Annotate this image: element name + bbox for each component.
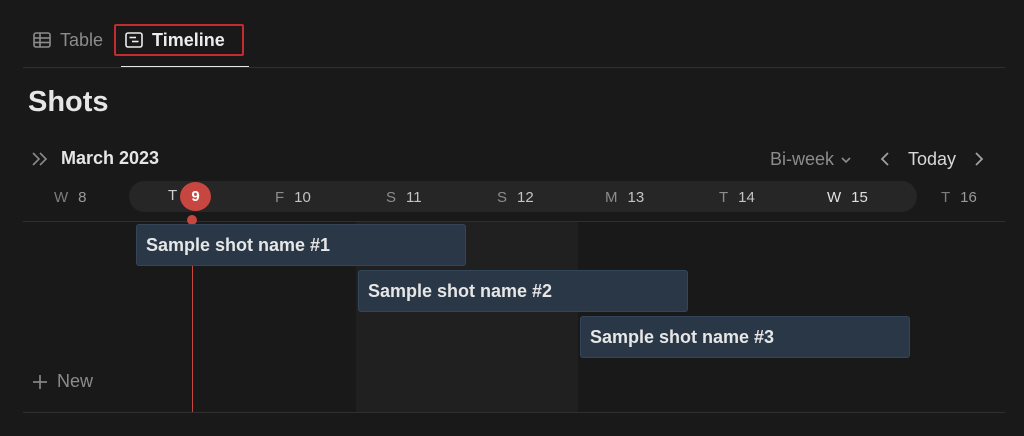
timeline-item[interactable]: Sample shot name #3 — [580, 316, 910, 358]
tabs-divider — [23, 67, 1005, 68]
view-tabs: Table Timeline — [23, 22, 245, 68]
chevron-right-icon[interactable] — [972, 151, 986, 167]
day-letter: T — [719, 188, 729, 206]
day-letter: F — [275, 188, 285, 206]
day-letter: T — [941, 188, 951, 206]
day-header: T 14 — [719, 186, 755, 208]
chevron-down-icon — [841, 156, 851, 163]
new-item-label: New — [57, 371, 94, 391]
day-letter: M — [605, 188, 618, 206]
chevron-left-icon[interactable] — [878, 151, 892, 167]
tab-timeline[interactable]: Timeline — [114, 22, 245, 58]
day-number: 14 — [738, 188, 755, 206]
double-chevron-right-icon[interactable] — [30, 150, 50, 168]
tab-table[interactable]: Table — [23, 22, 112, 58]
day-header: S 12 — [497, 186, 534, 208]
day-number: 8 — [78, 188, 87, 206]
today-badge: 9 — [180, 182, 211, 211]
table-icon — [33, 32, 51, 48]
day-number: 16 — [960, 188, 977, 206]
day-letter: S — [386, 188, 397, 206]
day-header: W 15 — [827, 186, 868, 208]
today-day-letter: T — [168, 187, 178, 204]
day-number: 10 — [294, 188, 311, 206]
day-header: S 11 — [386, 186, 422, 208]
range-select-label: Bi-week — [770, 149, 835, 169]
day-header: T 16 — [941, 186, 977, 208]
day-letter: W — [827, 188, 842, 206]
day-number: 12 — [517, 188, 534, 206]
day-header: M 13 — [605, 186, 644, 208]
day-letter: S — [497, 188, 508, 206]
day-header: W 8 — [54, 186, 87, 208]
bottom-divider — [23, 412, 1005, 413]
page-title: Shots — [28, 86, 109, 118]
timeline-icon — [125, 32, 143, 48]
tab-table-label: Table — [60, 29, 104, 50]
timeline-item[interactable]: Sample shot name #2 — [358, 270, 688, 312]
day-number: 13 — [627, 188, 645, 206]
tab-timeline-label: Timeline — [152, 29, 225, 50]
new-item-button[interactable]: New — [32, 371, 93, 392]
month-label: March 2023 — [61, 148, 160, 168]
range-select[interactable]: Bi-week — [770, 149, 852, 170]
day-number: 11 — [406, 188, 422, 206]
day-number: 15 — [851, 188, 868, 206]
day-header: F 10 — [275, 186, 311, 208]
today-button[interactable]: Today — [908, 149, 956, 170]
timeline-view: Table Timeline Shots March 2023 Bi-week … — [0, 0, 1024, 436]
plus-icon — [33, 374, 47, 389]
day-letter: W — [54, 188, 69, 206]
timeline-item[interactable]: Sample shot name #1 — [136, 224, 466, 266]
